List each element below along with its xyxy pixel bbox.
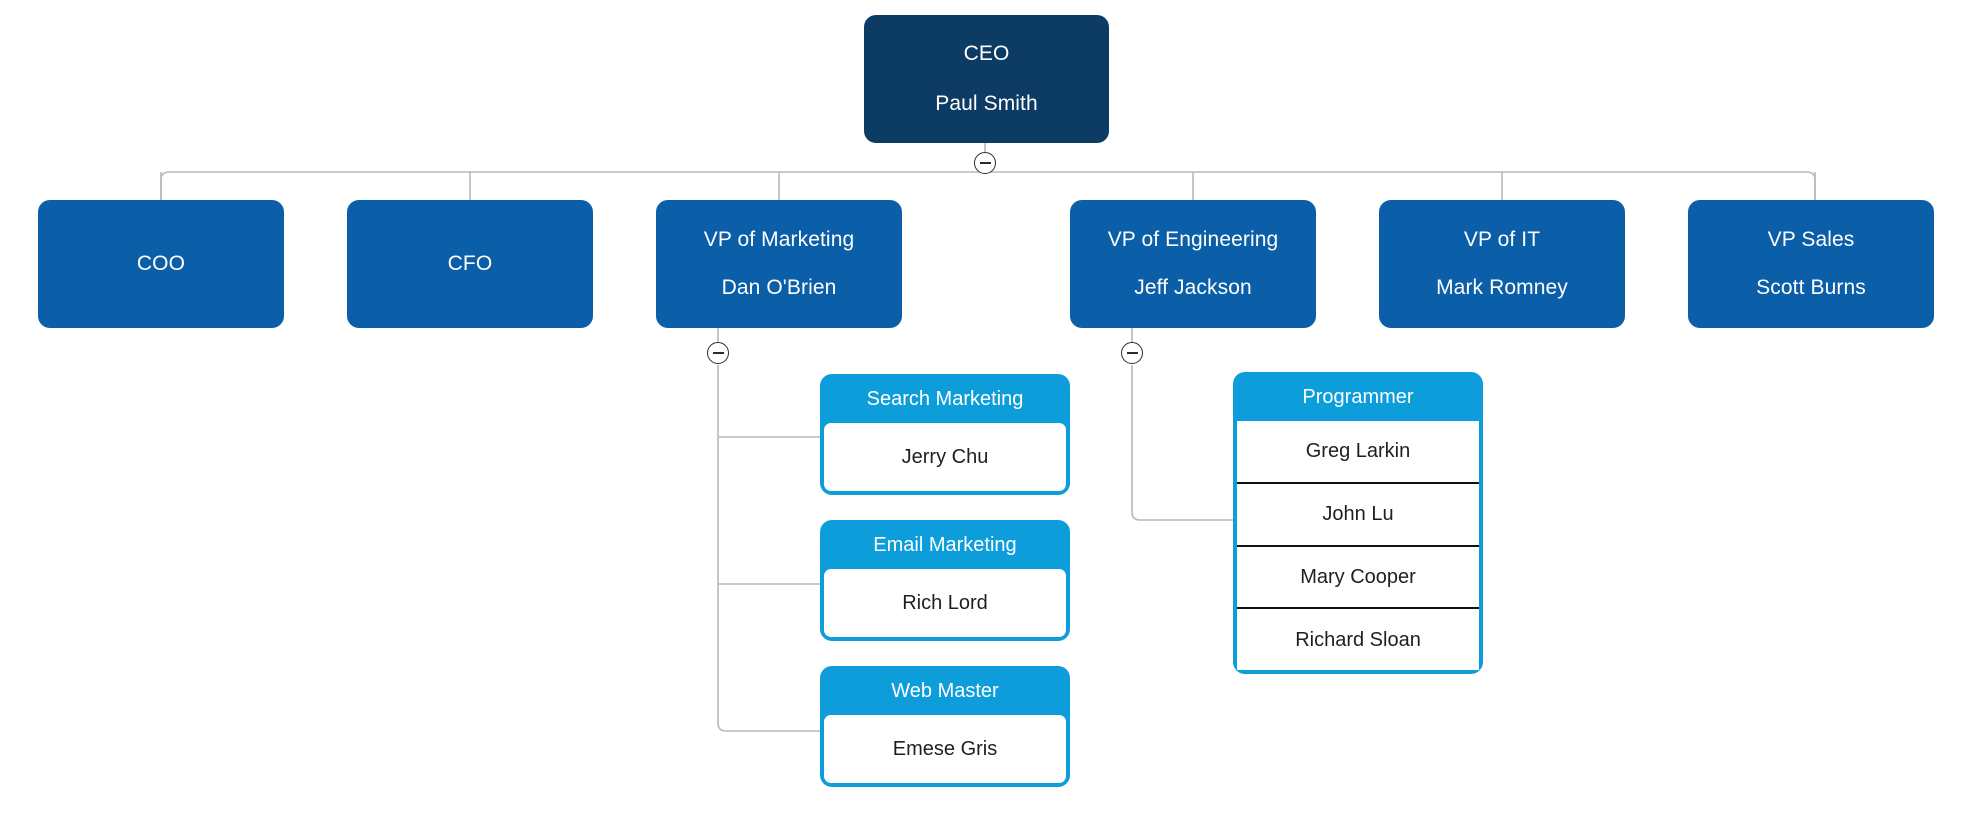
node-ceo-name: Paul Smith [935,92,1038,115]
node-ceo[interactable]: CEO Paul Smith [864,15,1109,143]
node-vp-engineering[interactable]: VP of Engineering Jeff Jackson [1070,200,1316,328]
node-vp-it-title: VP of IT [1463,228,1541,251]
card-email-marketing-title: Email Marketing [873,534,1017,556]
node-cfo[interactable]: CFO [347,200,593,328]
node-vp-it-name: Mark Romney [1436,276,1568,299]
node-vp-sales-name: Scott Burns [1756,276,1866,299]
list-item: Jerry Chu [901,446,989,468]
card-search-marketing-title: Search Marketing [866,388,1024,410]
wire-mkt-trunk [717,365,820,732]
node-vp-sales[interactable]: VP Sales Scott Burns [1688,200,1934,328]
list-item: Rich Lord [902,592,988,614]
card-email-marketing[interactable]: Email Marketing Rich Lord [820,520,1070,641]
card-web-master[interactable]: Web Master Emese Gris [820,666,1070,787]
card-web-master-title: Web Master [891,680,999,702]
card-programmer[interactable]: Programmer Greg Larkin John Lu Mary Coop… [1233,372,1483,674]
list-item: Richard Sloan [1237,607,1479,670]
card-email-marketing-body: Rich Lord [824,569,1066,637]
list-item: Emese Gris [892,738,998,760]
minus-icon [712,352,724,354]
node-vp-engineering-name: Jeff Jackson [1134,276,1252,299]
list-item: Mary Cooper [1237,544,1479,608]
node-vp-marketing-name: Dan O'Brien [721,276,837,299]
card-programmer-title: Programmer [1302,386,1414,408]
node-vp-marketing-title: VP of Marketing [703,228,855,251]
node-vp-it[interactable]: VP of IT Mark Romney [1379,200,1625,328]
card-web-master-body: Emese Gris [824,715,1066,783]
node-coo-title: COO [136,252,186,275]
collapse-toggle-ceo[interactable] [974,152,996,174]
org-chart-canvas: CEO Paul Smith COO CFO VP of Marketing D… [0,0,1962,824]
node-vp-sales-title: VP Sales [1767,228,1855,251]
node-vp-engineering-title: VP of Engineering [1107,228,1279,251]
collapse-toggle-vp-engineering[interactable] [1121,342,1143,364]
node-coo[interactable]: COO [38,200,284,328]
wire-level1-bus [160,171,1816,200]
minus-icon [979,162,991,164]
card-search-marketing-body: Jerry Chu [824,423,1066,491]
node-cfo-title: CFO [447,252,493,275]
collapse-toggle-vp-marketing[interactable] [707,342,729,364]
list-item: John Lu [1237,481,1479,545]
list-item: Greg Larkin [1305,440,1411,463]
minus-icon [1126,352,1138,354]
wire-eng-trunk [1131,365,1233,521]
node-ceo-title: CEO [963,42,1010,65]
node-vp-marketing[interactable]: VP of Marketing Dan O'Brien [656,200,902,328]
card-search-marketing[interactable]: Search Marketing Jerry Chu [820,374,1070,495]
card-programmer-body: Greg Larkin John Lu Mary Cooper Richard … [1237,421,1479,670]
